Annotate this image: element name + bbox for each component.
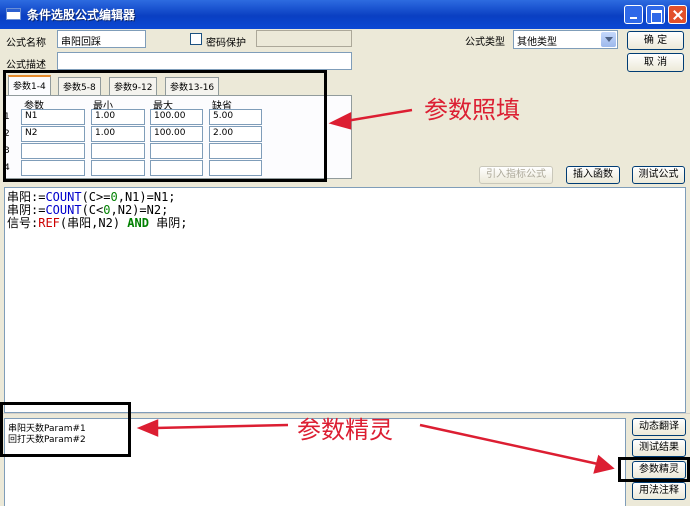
bottom-strip <box>0 506 690 511</box>
annotation-arrows <box>136 108 615 474</box>
arrow-to-params <box>328 108 413 130</box>
arrow-to-wizard-button <box>419 423 615 474</box>
arrow-to-hint <box>136 419 289 437</box>
formula-editor-window: 条件选股公式编辑器 公式名称 串阳回踩 密码保护 公式类型 其他类型 确 定 取… <box>0 0 690 511</box>
